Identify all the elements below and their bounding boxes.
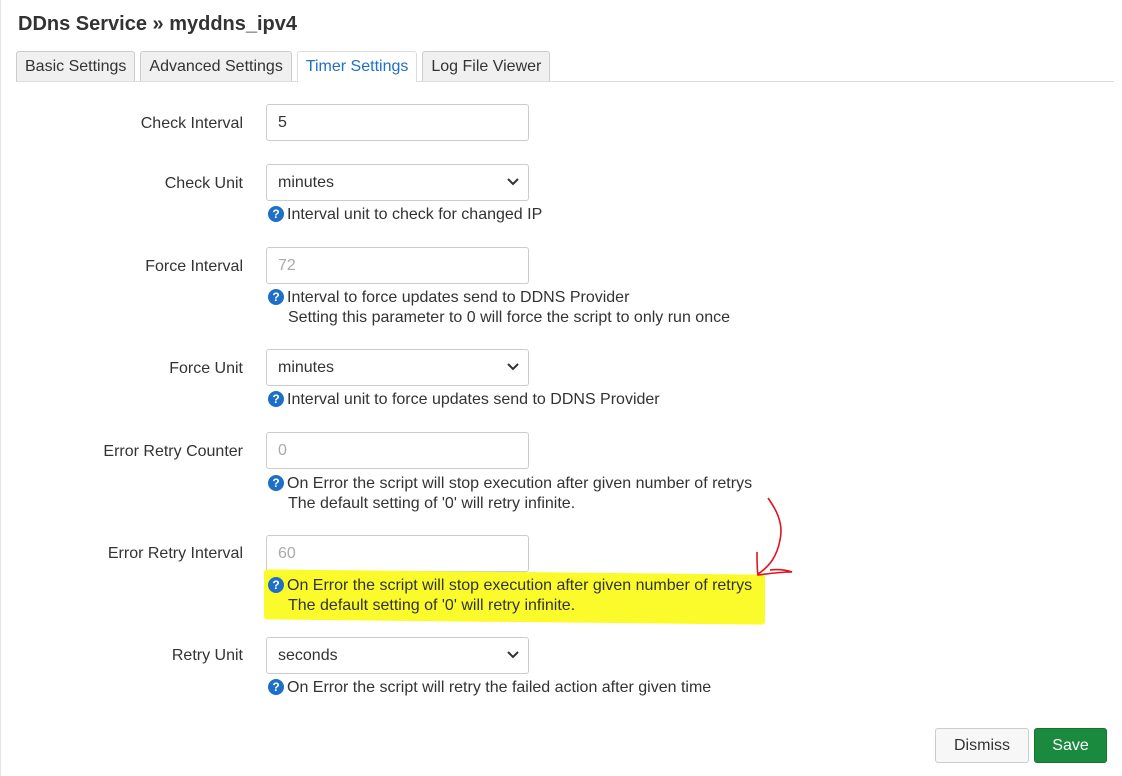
save-button[interactable]: Save — [1034, 728, 1107, 763]
help-icon: ? — [268, 577, 284, 593]
error-retry-interval-hint: ? On Error the script will stop execution… — [264, 569, 765, 625]
annotation-arrow-icon — [756, 497, 793, 576]
highlighted-hint: ? On Error the script will stop execution… — [264, 569, 765, 625]
dismiss-button[interactable]: Dismiss — [935, 728, 1029, 763]
